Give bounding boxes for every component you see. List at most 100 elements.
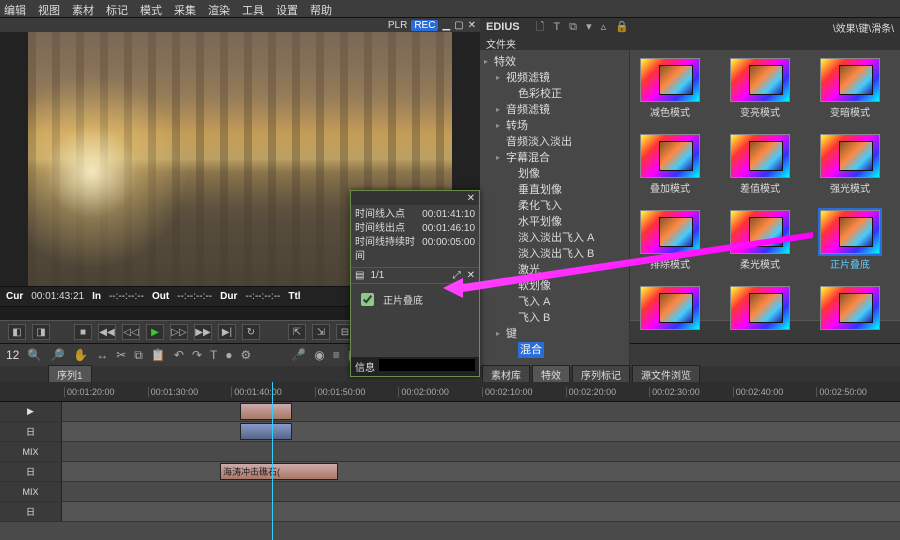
info-panel[interactable]: ✕ 时间线入点00:01:41:10 时间线出点00:01:46:10 时间线持… — [350, 190, 480, 377]
transport-fwd[interactable]: ▶▶ — [194, 324, 212, 340]
tool-capture2-icon[interactable]: ◉ — [314, 348, 324, 362]
tab-bin[interactable]: 素材库 — [482, 365, 530, 384]
tree-audio-fade[interactable]: 音频淡入淡出 — [484, 134, 625, 150]
menu-capture[interactable]: 采集 — [174, 2, 196, 15]
thumb-9[interactable] — [634, 286, 706, 358]
tree-horiz-wipe[interactable]: 水平划像 — [484, 214, 625, 230]
tree-mix[interactable]: 混合 — [484, 342, 625, 358]
transport-next[interactable]: ▷▷ — [170, 324, 188, 340]
track-body-mix1[interactable] — [62, 442, 900, 461]
playhead[interactable] — [272, 382, 273, 540]
lock-icon[interactable]: 🔒 — [615, 21, 629, 33]
thumb-11[interactable] — [814, 286, 886, 358]
tool-cut-icon[interactable]: ✂ — [116, 348, 126, 362]
clip-v2[interactable] — [240, 403, 292, 420]
thumb-5[interactable]: 强光模式 — [814, 134, 886, 206]
clip-v1[interactable]: 海涛冲击礁石( — [220, 463, 338, 480]
tab-markers[interactable]: 序列标记 — [572, 365, 630, 384]
menu-help[interactable]: 帮助 — [310, 2, 332, 15]
menu-view[interactable]: 视图 — [38, 2, 60, 15]
track-body-v2[interactable] — [62, 402, 900, 421]
tab-effects[interactable]: 特效 — [532, 365, 570, 384]
preview-close-icon[interactable]: ✕ — [468, 20, 476, 31]
transport-end[interactable]: ▶| — [218, 324, 236, 340]
tool-mic-icon[interactable]: 🎤 — [291, 348, 306, 362]
tree-audio-filters[interactable]: 音频滤镜 — [484, 102, 625, 118]
tree-fly-b[interactable]: 飞入 B — [484, 310, 625, 326]
tree-root[interactable]: 特效 — [484, 54, 625, 70]
info-menu-icon[interactable]: ▤ — [355, 270, 364, 281]
tree-wipe[interactable]: 划像 — [484, 166, 625, 182]
transport-set-out[interactable]: ◨ — [32, 324, 50, 340]
info-close-icon[interactable]: ✕ — [467, 193, 475, 204]
tool-render-icon[interactable]: ⚙ — [241, 348, 252, 362]
tree-fade-fly-b[interactable]: 淡入淡出飞入 B — [484, 246, 625, 262]
tree-fade-fly-a[interactable]: 淡入淡出飞入 A — [484, 230, 625, 246]
track-head-v2[interactable]: ▶ — [0, 402, 62, 421]
menu-edit[interactable]: 编辑 — [4, 2, 26, 15]
tree-transitions[interactable]: 转场 — [484, 118, 625, 134]
track-body-mix2[interactable] — [62, 482, 900, 501]
timeline-ruler[interactable]: 00:01:20:00 00:01:30:00 00:01:40:00 00:0… — [0, 382, 900, 402]
tool-undo-icon[interactable]: ↶ — [174, 348, 184, 362]
thumb-10[interactable] — [724, 286, 796, 358]
preview-max-icon[interactable]: ▢ — [454, 20, 463, 31]
tree-fly-a[interactable]: 飞入 A — [484, 294, 625, 310]
tab-source[interactable]: 源文件浏览 — [632, 365, 700, 384]
menu-render[interactable]: 渲染 — [208, 2, 230, 15]
tree-soft-flyin[interactable]: 柔化飞入 — [484, 198, 625, 214]
tree-keys[interactable]: 键 — [484, 326, 625, 342]
sequence-tab[interactable]: 序列1 — [48, 365, 92, 384]
thumb-0[interactable]: 减色模式 — [634, 58, 706, 130]
hdr-icon-5[interactable]: ▵ — [601, 21, 607, 33]
transport-play[interactable]: ▶ — [146, 324, 164, 340]
thumb-4[interactable]: 差值模式 — [724, 134, 796, 206]
hdr-icon-1[interactable]: 🗋 — [536, 21, 545, 33]
thumb-6[interactable]: 排除模式 — [634, 210, 706, 282]
preview-min-icon[interactable]: ▁ — [442, 20, 450, 31]
tool-text-icon[interactable]: T — [210, 348, 217, 362]
thumb-3[interactable]: 叠加模式 — [634, 134, 706, 206]
transport-stop[interactable]: ■ — [74, 324, 92, 340]
tree-video-filters[interactable]: 视频滤镜 — [484, 70, 625, 86]
menu-marker[interactable]: 标记 — [106, 2, 128, 15]
transport-set-in[interactable]: ◧ — [8, 324, 26, 340]
info-expand-icon[interactable]: ⤢ — [453, 270, 461, 281]
tool-hand-icon[interactable]: ✋ — [73, 348, 88, 362]
tree-laser[interactable]: 激光 — [484, 262, 625, 278]
track-head-mix1[interactable]: MIX — [0, 442, 62, 461]
thumb-7[interactable]: 柔光模式 — [724, 210, 796, 282]
tool-zoom-out-icon[interactable]: 🔎 — [50, 348, 65, 362]
transport-loop[interactable]: ↻ — [242, 324, 260, 340]
track-head-mix2[interactable]: MIX — [0, 482, 62, 501]
menu-settings[interactable]: 设置 — [276, 2, 298, 15]
transport-insert[interactable]: ⇱ — [288, 324, 306, 340]
menu-mode[interactable]: 模式 — [140, 2, 162, 15]
tool-paste-icon[interactable]: 📋 — [151, 348, 166, 362]
thumb-8[interactable]: 正片叠底 — [814, 210, 886, 282]
breadcrumb[interactable]: \效果\键\滑条\ — [833, 20, 894, 35]
tool-copy-icon[interactable]: ⧉ — [134, 348, 143, 363]
track-head-a1[interactable]: 日 — [0, 502, 62, 521]
track-body-v1[interactable]: 海涛冲击礁石( — [62, 462, 900, 481]
tool-redo-icon[interactable]: ↷ — [192, 348, 202, 362]
tool-capture-icon[interactable]: ● — [225, 348, 232, 362]
hdr-icon-4[interactable]: ▾ — [586, 21, 592, 33]
transport-prev[interactable]: ◁◁ — [122, 324, 140, 340]
menu-clip[interactable]: 素材 — [72, 2, 94, 15]
track-body-v2b[interactable] — [62, 422, 900, 441]
menu-tools[interactable]: 工具 — [242, 2, 264, 15]
clip-fx[interactable] — [240, 423, 292, 440]
track-head-v2b[interactable]: 日 — [0, 422, 62, 441]
thumb-2[interactable]: 变暗模式 — [814, 58, 886, 130]
transport-overwrite[interactable]: ⇲ — [312, 324, 330, 340]
tree-subtitle-mix[interactable]: 字幕混合 — [484, 150, 625, 166]
tool-scale-icon[interactable]: ↔ — [96, 348, 108, 362]
track-head-v1[interactable]: 日 — [0, 462, 62, 481]
tree-soft-wipe[interactable]: 软划像 — [484, 278, 625, 294]
hdr-icon-2[interactable]: T — [554, 21, 561, 33]
track-body-a1[interactable] — [62, 502, 900, 521]
tool-bars-icon[interactable]: ≡ — [333, 348, 340, 362]
info-close2-icon[interactable]: ✕ — [467, 270, 475, 281]
info-checkbox[interactable] — [361, 293, 374, 306]
